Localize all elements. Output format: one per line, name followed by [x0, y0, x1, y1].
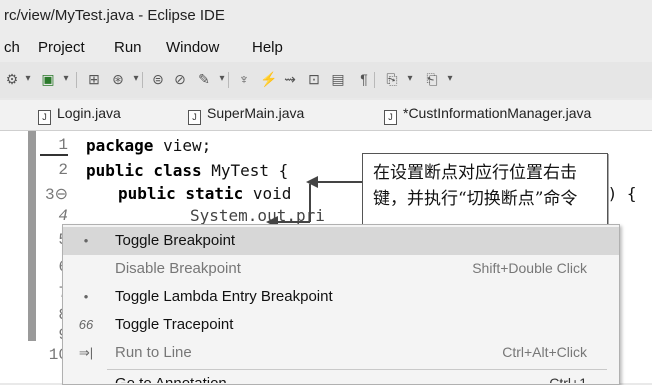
- folder-icon[interactable]: ⊘: [172, 71, 188, 87]
- pin-icon[interactable]: ♆: [236, 71, 252, 87]
- menu-item-label: Go to Annotation: [115, 375, 227, 383]
- editor-tabs: J Login.java J SuperMain.java J *CustInform…: [0, 100, 652, 131]
- dropdown-icon[interactable]: ▾: [402, 71, 418, 87]
- menu-item-shortcut: Ctrl+1: [549, 375, 587, 383]
- tab-supermain[interactable]: J SuperMain.java: [188, 105, 304, 125]
- breakpoint-dot-icon: •: [83, 289, 89, 304]
- toolbar-separator: [142, 72, 143, 88]
- toolbar-separator: [374, 72, 375, 88]
- menu-item-label: Disable Breakpoint: [115, 260, 241, 277]
- dropdown-icon[interactable]: ▾: [442, 71, 458, 87]
- tab-label: *CustInformationManager.java: [403, 105, 592, 121]
- dropdown-icon[interactable]: ▾: [58, 71, 74, 87]
- window-titlebar: rc/view/MyTest.java - Eclipse IDE: [0, 0, 652, 34]
- java-file-icon: J: [188, 110, 201, 125]
- menu-item-search[interactable]: ch: [4, 39, 20, 56]
- menu-item-go-to-annotation[interactable]: Go to Annotation Ctrl+1: [63, 373, 619, 383]
- line-number: 3⊖: [44, 186, 68, 204]
- debug-icon[interactable]: ⚙: [4, 71, 20, 87]
- run-to-line-icon: ⇒|: [78, 345, 94, 360]
- menu-item-toggle-tracepoint[interactable]: 66 Toggle Tracepoint: [63, 311, 619, 339]
- line-number: 4: [58, 207, 68, 225]
- tab-label: Login.java: [57, 105, 121, 121]
- menu-item-shortcut: Shift+Double Click: [472, 260, 587, 276]
- menu-item-shortcut: Ctrl+Alt+Click: [502, 344, 587, 360]
- menu-separator: [107, 369, 607, 370]
- menu-item-label: Toggle Breakpoint: [115, 232, 236, 249]
- nav-icon[interactable]: ⎘: [384, 71, 400, 87]
- code-line: package view;: [86, 136, 212, 155]
- menu-item-help[interactable]: Help: [252, 39, 283, 56]
- menu-item-project[interactable]: Project: [38, 39, 85, 56]
- callout-text: 在设置断点对应行位置右击键，并执行“切换断点”命令: [373, 163, 578, 209]
- java-file-icon: J: [384, 110, 397, 125]
- menu-item-label: Toggle Lambda Entry Breakpoint: [115, 288, 333, 305]
- breakpoint-dot-icon: •: [83, 233, 89, 248]
- java-file-icon: J: [38, 110, 51, 125]
- line-number: 2: [58, 161, 68, 179]
- window-title: rc/view/MyTest.java - Eclipse IDE: [4, 7, 225, 24]
- dropdown-icon[interactable]: ▾: [20, 71, 36, 87]
- arrow-head: [306, 176, 318, 188]
- menu-item-disable-breakpoint[interactable]: Disable Breakpoint Shift+Double Click: [63, 255, 619, 283]
- editor-gutter[interactable]: [28, 131, 36, 341]
- tab-login[interactable]: J Login.java: [38, 105, 121, 125]
- wand-icon[interactable]: ✎: [196, 71, 212, 87]
- menu-item-label: Run to Line: [115, 344, 192, 361]
- settings-icon[interactable]: ⊛: [110, 71, 126, 87]
- tracepoint-icon: 66: [78, 317, 94, 332]
- toolbar: ⚙ ▾ ▣ ▾ ⊞ ⊛ ▾ ⊜ ⊘ ✎ ▾ ♆ ⚡ ⇝ ⊡ ▤ ¶ ⎘ ▾ ⎗ …: [0, 62, 652, 98]
- tab-custinformationmanager[interactable]: J *CustInformationManager.java: [384, 105, 591, 125]
- package-icon[interactable]: ⊜: [150, 71, 166, 87]
- breakpoint-icon[interactable]: ⚡: [260, 71, 277, 87]
- menu-item-toggle-lambda-entry-breakpoint[interactable]: • Toggle Lambda Entry Breakpoint: [63, 283, 619, 311]
- run-icon[interactable]: ▣: [40, 71, 56, 87]
- block-icon[interactable]: ▤: [330, 71, 346, 87]
- menu-item-run[interactable]: Run: [114, 39, 142, 56]
- line-number: 1: [40, 136, 68, 156]
- menu-item-toggle-breakpoint[interactable]: • Toggle Breakpoint: [63, 227, 619, 255]
- toolbar-separator: [76, 72, 77, 88]
- layout-icon[interactable]: ⊞: [86, 71, 102, 87]
- next-annotation-icon[interactable]: ⇝: [282, 71, 298, 87]
- menu-item-label: Toggle Tracepoint: [115, 316, 234, 333]
- toggle-icon[interactable]: ⊡: [306, 71, 322, 87]
- nav-back-icon[interactable]: ⎗: [424, 71, 440, 87]
- pilcrow-icon[interactable]: ¶: [356, 71, 372, 87]
- tab-label: SuperMain.java: [207, 105, 305, 121]
- menu-item-window[interactable]: Window: [166, 39, 219, 56]
- toolbar-separator: [228, 72, 229, 88]
- context-menu: • Toggle Breakpoint Disable Breakpoint S…: [62, 224, 620, 385]
- menu-item-run-to-line[interactable]: ⇒| Run to Line Ctrl+Alt+Click: [63, 339, 619, 367]
- menu-bar: ch Project Run Window Help: [0, 34, 652, 62]
